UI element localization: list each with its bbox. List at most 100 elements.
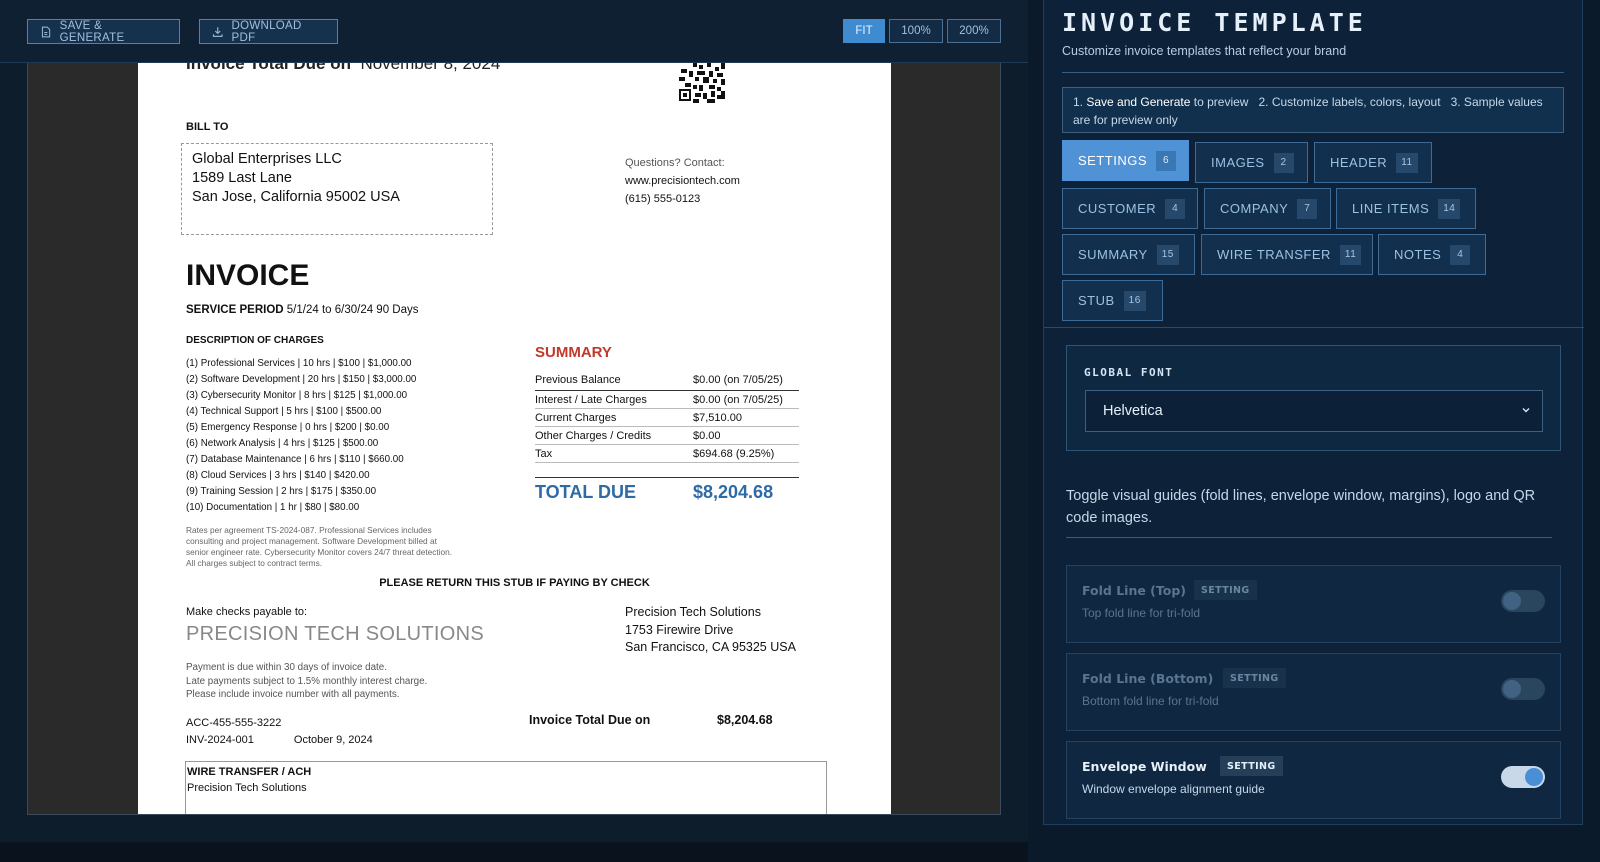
chevron-down-icon <box>1522 408 1530 413</box>
setting-badge: SETTING <box>1223 668 1286 688</box>
tab-label: SETTINGS <box>1078 153 1148 168</box>
envelope-window-switch[interactable] <box>1501 766 1545 788</box>
tab-count-badge: 11 <box>1339 244 1362 265</box>
account-details: ACC-455-555-3222 INV-2024-001 October 9, … <box>186 715 373 749</box>
wire-transfer-label: WIRE TRANSFER / ACH <box>187 766 312 778</box>
fold-line-bottom-switch[interactable] <box>1501 678 1545 700</box>
invoice-date: October 9, 2024 <box>293 734 373 746</box>
charge-line: (9) Training Session | 2 hrs | $175 | $3… <box>186 486 377 497</box>
zoom-100-button[interactable]: 100% <box>889 19 943 43</box>
summary-value: $694.68 (9.25%) <box>693 447 775 460</box>
tab-wire-transfer[interactable]: WIRE TRANSFER 11 <box>1201 234 1373 275</box>
tab-count-badge: 4 <box>1450 244 1471 265</box>
tab-stub[interactable]: STUB 16 <box>1062 280 1163 321</box>
global-font-card: GLOBAL FONT Helvetica <box>1066 345 1561 451</box>
step-1-bold: Save and Generate <box>1086 95 1191 109</box>
preview-area: SAVE & GENERATE DOWNLOAD PDF FIT 100% 20… <box>0 0 1028 862</box>
contact-info: Questions? Contact: www.precisiontech.co… <box>625 154 740 208</box>
tab-images[interactable]: IMAGES 2 <box>1195 142 1308 183</box>
tab-count-badge: 6 <box>1156 150 1177 171</box>
divider <box>1066 537 1552 538</box>
toggle-title: Fold Line (Bottom) <box>1082 671 1214 686</box>
global-font-select[interactable]: Helvetica <box>1085 390 1543 432</box>
download-pdf-button[interactable]: DOWNLOAD PDF <box>199 19 338 44</box>
contact-website: www.precisiontech.com <box>625 175 740 187</box>
tab-settings[interactable]: SETTINGS 6 <box>1062 140 1189 181</box>
contact-label: Questions? Contact: <box>625 157 725 169</box>
tab-count-badge: 14 <box>1438 198 1461 219</box>
summary-value: $0.00 <box>693 429 721 442</box>
summary-label: Other Charges / Credits <box>535 429 652 442</box>
toggle-title: Fold Line (Top) <box>1082 583 1187 598</box>
payee-company-name: PRECISION TECH SOLUTIONS <box>186 623 484 645</box>
tab-label: WIRE TRANSFER <box>1217 247 1331 262</box>
rates-note: Rates per agreement TS-2024-087. Profess… <box>186 525 453 568</box>
fold-line-top-switch[interactable] <box>1501 590 1545 612</box>
charge-line: (3) Cybersecurity Monitor | 8 hrs | $125… <box>186 390 408 401</box>
invoice-page: Invoice Total Due on November 8, 2024 BI… <box>138 63 891 814</box>
summary-label: Interest / Late Charges <box>535 393 647 406</box>
step-2: 2. Customize labels, colors, layout <box>1258 95 1441 109</box>
tab-company[interactable]: COMPANY 7 <box>1204 188 1331 229</box>
save-generate-button[interactable]: SAVE & GENERATE <box>27 19 180 44</box>
summary-label: Tax <box>535 447 553 460</box>
template-settings-panel: INVOICE TEMPLATE Customize invoice templ… <box>1043 0 1584 825</box>
due-top-label: Invoice Total Due on <box>186 63 351 73</box>
charge-line: (6) Network Analysis | 4 hrs | $125 | $5… <box>186 438 379 449</box>
remit-address: Precision Tech Solutions 1753 Firewire D… <box>625 604 796 657</box>
tab-label: CUSTOMER <box>1078 201 1157 216</box>
instructions-box: 1. Save and Generate to preview 2. Custo… <box>1062 87 1564 133</box>
tab-label: HEADER <box>1330 155 1388 170</box>
terms-line: Late payments subject to 1.5% monthly in… <box>186 675 428 687</box>
tab-summary[interactable]: SUMMARY 15 <box>1062 234 1195 275</box>
pdf-viewer[interactable]: Invoice Total Due on November 8, 2024 BI… <box>27 63 1001 815</box>
switch-knob <box>1503 680 1521 698</box>
summary-row: Tax $694.68 (9.25%) <box>535 445 799 463</box>
summary-row: Current Charges $7,510.00 <box>535 409 799 427</box>
toggle-title: Envelope Window <box>1082 759 1207 774</box>
charge-line: (4) Technical Support | 5 hrs | $100 | $… <box>186 406 382 417</box>
stub-heading: PLEASE RETURN THIS STUB IF PAYING BY CHE… <box>379 577 650 589</box>
divider <box>1044 327 1584 328</box>
summary-label: Current Charges <box>535 411 617 424</box>
charge-line: (7) Database Maintenance | 6 hrs | $110 … <box>186 454 404 465</box>
guides-description: Toggle visual guides (fold lines, envelo… <box>1066 488 1536 526</box>
tab-label: IMAGES <box>1211 155 1265 170</box>
stub-due-amount: $8,204.68 <box>717 713 773 727</box>
wire-transfer-name: Precision Tech Solutions <box>187 782 307 794</box>
tab-line-items[interactable]: LINE ITEMS 14 <box>1336 188 1476 229</box>
panel-title: INVOICE TEMPLATE <box>1062 8 1367 37</box>
tab-header[interactable]: HEADER 11 <box>1314 142 1432 183</box>
panel-subtitle: Customize invoice templates that reflect… <box>1062 44 1347 58</box>
bill-to-street: 1589 Last Lane <box>192 170 292 186</box>
total-due: TOTAL DUE $8,204.68 <box>535 477 799 503</box>
tab-notes[interactable]: NOTES 4 <box>1378 234 1486 275</box>
toggle-fold-line-top: Fold Line (Top) SETTING Top fold line fo… <box>1066 565 1561 643</box>
tab-count-badge: 16 <box>1123 290 1146 311</box>
summary-row: Interest / Late Charges $0.00 (on 7/05/25… <box>535 391 799 409</box>
charge-line: (10) Documentation | 1 hr | $80 | $80.00 <box>186 502 360 513</box>
divider <box>1062 72 1564 73</box>
tab-customer[interactable]: CUSTOMER 4 <box>1062 188 1198 229</box>
toggle-description: Bottom fold line for tri-fold <box>1082 694 1219 708</box>
zoom-200-button[interactable]: 200% <box>947 19 1001 43</box>
terms-line: Payment is due within 30 days of invoice… <box>186 662 387 673</box>
tab-count-badge: 4 <box>1165 198 1186 219</box>
payable-label: Make checks payable to: <box>186 606 308 618</box>
tab-label: NOTES <box>1394 247 1442 262</box>
download-pdf-label: DOWNLOAD PDF <box>231 19 302 44</box>
bill-to-name: Global Enterprises LLC <box>192 151 342 167</box>
qr-code-image <box>679 63 727 103</box>
account-number: ACC-455-555-3222 <box>186 717 282 729</box>
total-due-label: TOTAL DUE <box>535 482 637 502</box>
zoom-fit-button[interactable]: FIT <box>843 19 885 43</box>
tab-label: COMPANY <box>1220 201 1289 216</box>
setting-badge: SETTING <box>1194 580 1257 600</box>
charge-line: (2) Software Development | 20 hrs | $150… <box>186 374 417 385</box>
tab-label: STUB <box>1078 293 1115 308</box>
wire-transfer-box: WIRE TRANSFER / ACH Precision Tech Solut… <box>185 761 827 814</box>
tab-count-badge: 11 <box>1396 152 1418 173</box>
charge-line: (5) Emergency Response | 0 hrs | $200 | … <box>186 422 390 433</box>
bill-to-address: Global Enterprises LLC 1589 Last Lane Sa… <box>181 143 493 235</box>
invoice-number: INV-2024-001 <box>186 734 254 746</box>
